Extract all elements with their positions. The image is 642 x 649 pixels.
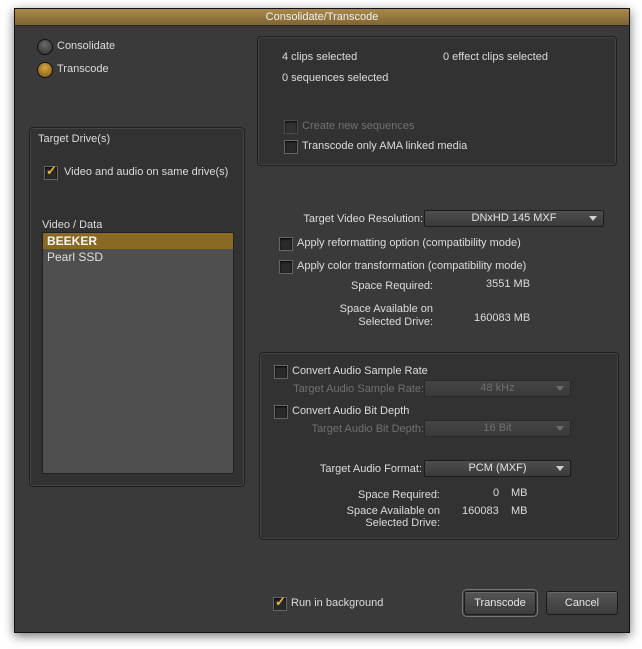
transcode-radio[interactable] [37,62,53,78]
create-sequences-label[interactable]: Create new sequences [302,120,415,132]
reformat-label[interactable]: Apply reformatting option (compatibility… [297,237,521,249]
video-space-required-label: Space Required: [351,280,433,292]
audio-space-available-value: 160083 [462,505,499,517]
video-space-required-value: 3551 MB [486,278,531,290]
audio-space-required-label: Space Required: [358,489,440,501]
video-resolution-label: Target Video Resolution: [303,213,423,225]
checkmark-icon: ✓ [46,163,57,178]
color-transform-label[interactable]: Apply color transformation (compatibilit… [297,260,526,272]
run-background-checkbox[interactable]: ✓ [273,594,287,611]
consolidate-label[interactable]: Consolidate [57,40,115,52]
video-space-available-label-2: Selected Drive: [358,316,433,328]
ama-only-label[interactable]: Transcode only AMA linked media [302,140,467,152]
same-drive-checkbox[interactable]: ✓ [44,163,58,180]
transcode-label[interactable]: Transcode [57,63,109,75]
video-space-available-value: 160083 MB [474,312,531,324]
audio-space-required-unit: MB [511,487,528,499]
clips-selected: 4 clips selected [282,51,358,63]
audio-format-dropdown[interactable]: PCM (MXF) [424,460,571,477]
selection-info-panel: 4 clips selected 0 effect clips selected… [257,36,617,166]
cancel-button[interactable]: Cancel [546,591,618,615]
audio-space-available-label-1: Space Available on [346,505,440,517]
checkmark-icon: ✓ [275,594,286,609]
drive-item-beeker[interactable]: BEEKER [43,233,233,249]
sequences-selected: 0 sequences selected [282,72,389,84]
drive-list[interactable]: BEEKER Pearl SSD [42,232,234,474]
target-drives-panel: Target Drive(s) ✓ Video and audio on sam… [29,127,245,487]
target-drives-header: Target Drive(s) [38,133,111,145]
video-resolution-value: DNxHD 145 MXF [471,212,557,224]
transcode-button[interactable]: Transcode [462,589,538,617]
ama-only-checkbox[interactable] [284,140,298,154]
chevron-down-icon [556,426,564,431]
effect-clips-selected: 0 effect clips selected [443,51,548,63]
video-resolution-dropdown[interactable]: DNxHD 145 MXF [424,210,604,227]
convert-bit-depth-label[interactable]: Convert Audio Bit Depth [292,405,409,417]
audio-space-required-value: 0 [493,487,500,499]
audio-format-value: PCM (MXF) [468,462,527,474]
color-transform-checkbox[interactable] [279,260,293,274]
drive-item-pearl-ssd[interactable]: Pearl SSD [43,249,233,265]
chevron-down-icon [589,216,597,221]
consolidate-radio[interactable] [37,39,53,55]
convert-sample-rate-label[interactable]: Convert Audio Sample Rate [292,365,428,377]
reformat-checkbox[interactable] [279,237,293,251]
sample-rate-dropdown[interactable]: 48 kHz [424,380,571,397]
audio-panel: Convert Audio Sample Rate Target Audio S… [259,352,619,540]
target-bit-depth-label: Target Audio Bit Depth: [311,423,424,435]
video-space-available-label-1: Space Available on [339,303,433,315]
audio-format-label: Target Audio Format: [319,463,422,475]
create-sequences-checkbox[interactable] [284,120,298,134]
sample-rate-value: 48 kHz [480,382,515,394]
chevron-down-icon [556,466,564,471]
bit-depth-dropdown[interactable]: 16 Bit [424,420,571,437]
audio-space-available-unit: MB [511,505,528,517]
target-sample-rate-label: Target Audio Sample Rate: [293,383,424,395]
audio-space-available-label-2: Selected Drive: [365,517,440,529]
window-title: Consolidate/Transcode [15,9,629,26]
convert-bit-depth-checkbox[interactable] [274,405,288,419]
chevron-down-icon [556,386,564,391]
run-background-label[interactable]: Run in background [291,597,383,609]
convert-sample-rate-checkbox[interactable] [274,365,288,379]
consolidate-transcode-dialog: Consolidate/Transcode Consolidate Transc… [14,8,630,633]
video-data-label: Video / Data [42,219,103,231]
same-drive-label[interactable]: Video and audio on same drive(s) [64,166,228,178]
bit-depth-value: 16 Bit [483,422,512,434]
